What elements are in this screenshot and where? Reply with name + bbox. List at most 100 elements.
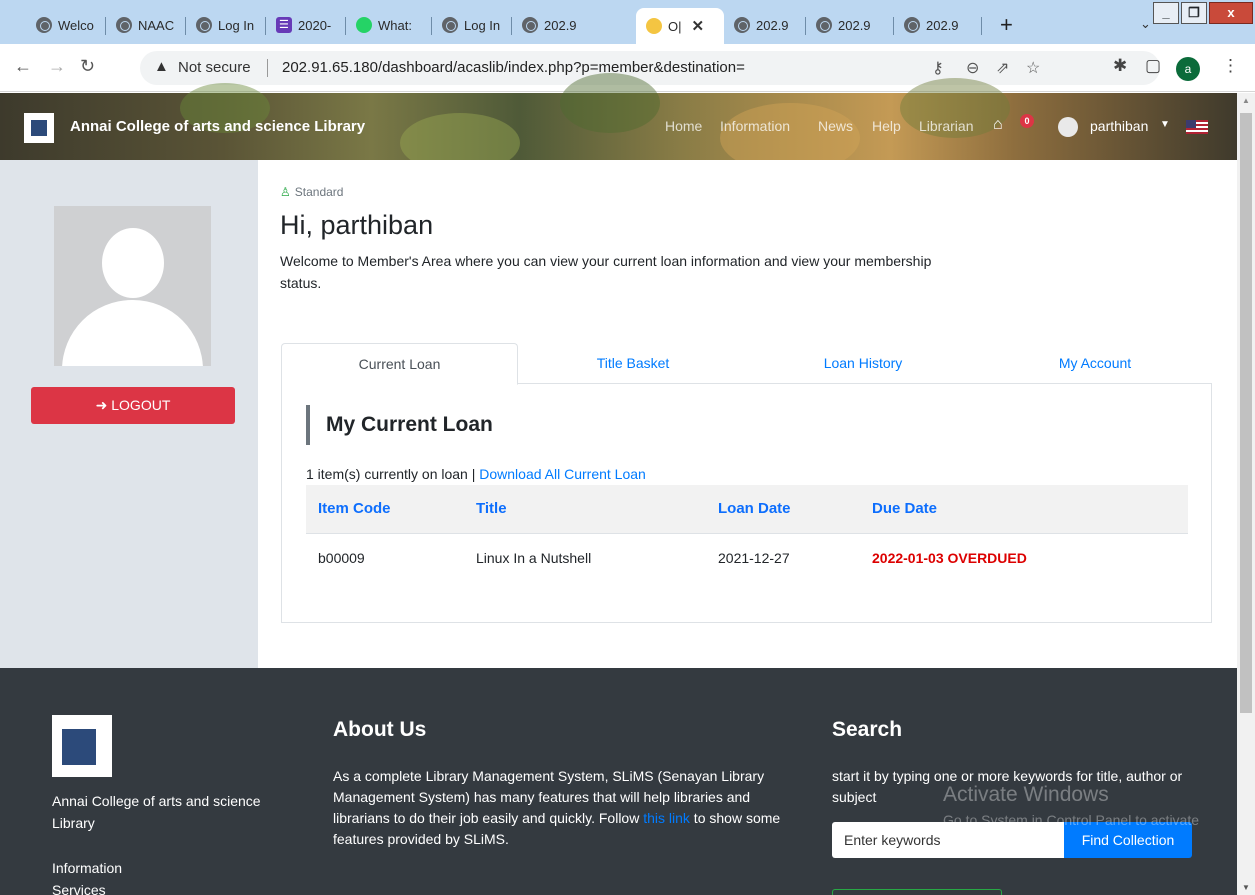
logout-icon: ➜ xyxy=(95,397,112,413)
browser-tab[interactable]: NAAC xyxy=(106,10,186,40)
globe-icon xyxy=(816,17,832,33)
globe-icon xyxy=(442,17,458,33)
page-title: Hi, parthiban xyxy=(280,210,434,240)
browser-tab-label: What: xyxy=(378,17,412,33)
user-avatar-icon[interactable] xyxy=(1058,117,1078,137)
footer-link-information[interactable]: Information xyxy=(52,860,122,876)
window-close-icon[interactable]: x xyxy=(1209,2,1253,24)
logout-label: LOGOUT xyxy=(111,397,171,413)
nav-home[interactable]: Home xyxy=(665,118,702,134)
membership-type: ♙ Standard xyxy=(280,185,344,199)
extensions-icon[interactable]: ✱ xyxy=(1113,56,1127,76)
section-title: My Current Loan xyxy=(306,405,493,445)
emoji-icon xyxy=(646,18,662,34)
browser-tab[interactable]: 2020- xyxy=(266,10,346,40)
tab-current-loan[interactable]: Current Loan xyxy=(281,343,518,385)
caret-down-icon[interactable]: ▼ xyxy=(1160,119,1170,130)
key-icon[interactable]: ⚷ xyxy=(932,58,944,78)
tab-my-account[interactable]: My Account xyxy=(978,343,1212,384)
scrollbar-thumb[interactable] xyxy=(1240,113,1252,713)
maximize-icon[interactable]: ❐ xyxy=(1181,2,1207,24)
site-brand[interactable]: Annai College of arts and science Librar… xyxy=(70,118,365,135)
windows-activation-watermark: Activate Windows xyxy=(943,783,1109,806)
column-header[interactable]: Due Date xyxy=(872,485,1188,533)
current-loan-panel: My Current Loan 1 item(s) currently on l… xyxy=(281,384,1212,623)
back-icon[interactable]: ← xyxy=(14,56,32,77)
browser-tab[interactable]: Welco xyxy=(26,10,106,40)
logout-button[interactable]: ➜ LOGOUT xyxy=(31,387,235,424)
browser-tab[interactable]: 202.9 xyxy=(724,10,806,40)
globe-icon xyxy=(904,17,920,33)
basket-icon[interactable]: ⌂ xyxy=(993,116,1003,134)
browser-tab-label: Log In xyxy=(218,17,255,33)
globe-icon xyxy=(36,17,52,33)
column-header[interactable]: Loan Date xyxy=(718,485,872,533)
loan-date: 2021-12-27 xyxy=(718,532,872,583)
member-photo xyxy=(54,206,211,366)
minimize-icon[interactable]: _ xyxy=(1153,2,1179,24)
url-text[interactable]: 202.91.65.180/dashboard/acaslib/index.ph… xyxy=(282,59,745,76)
new-tab-icon[interactable]: + xyxy=(1000,12,1013,38)
reload-icon[interactable]: ↻ xyxy=(80,56,95,77)
nav-librarian[interactable]: Librarian xyxy=(919,118,973,134)
table-header-row: Item Code Title Loan Date Due Date xyxy=(306,485,1188,533)
welcome-text: Welcome to Member's Area where you can v… xyxy=(280,253,932,291)
not-secure-label[interactable]: Not secure xyxy=(178,59,251,76)
browser-tab[interactable]: 202.9 xyxy=(806,10,894,40)
site-footer: Annai College of arts and science Librar… xyxy=(0,668,1237,895)
user-menu[interactable]: parthiban xyxy=(1090,118,1148,134)
globe-icon xyxy=(116,17,132,33)
side-panel-icon[interactable]: ▢ xyxy=(1145,56,1161,76)
member-area: ♙ Standard Hi, parthiban Welcome to Membe… xyxy=(258,160,1237,668)
nav-help[interactable]: Help xyxy=(872,118,901,134)
browser-tab-strip: Welco NAAC Log In 2020- What: Log In 202… xyxy=(0,0,1255,44)
share-icon[interactable]: ⇗ xyxy=(996,58,1009,78)
footer-logo xyxy=(52,715,112,777)
footer-library-name: Annai College of arts and science Librar… xyxy=(52,793,261,831)
browser-tab[interactable]: 202.9 xyxy=(894,10,982,40)
tab-loan-history[interactable]: Loan History xyxy=(748,343,978,384)
menu-dots-icon[interactable]: ⋮ xyxy=(1222,56,1239,76)
search-heading: Search xyxy=(832,718,903,741)
profile-avatar[interactable]: a xyxy=(1176,57,1200,81)
library-logo[interactable] xyxy=(24,113,54,143)
features-link[interactable]: this link xyxy=(643,810,690,826)
browser-tab-active[interactable]: O| ✕ xyxy=(636,8,724,44)
item-title: Linux In a Nutshell xyxy=(476,532,718,583)
browser-tab-label: NAAC xyxy=(138,17,175,33)
browser-tab[interactable]: What: xyxy=(346,10,432,40)
browser-tab[interactable]: Log In xyxy=(432,10,512,40)
tab-title-basket[interactable]: Title Basket xyxy=(518,343,748,384)
globe-icon xyxy=(734,17,750,33)
download-current-loan-link[interactable]: Download All Current Loan xyxy=(479,466,646,482)
browser-tab-label: 202.9 xyxy=(544,17,577,33)
warning-icon[interactable]: ▲ xyxy=(154,58,169,75)
zoom-icon[interactable]: ⊖ xyxy=(966,58,979,78)
browser-tab[interactable]: 202.9 xyxy=(512,10,632,40)
chevron-down-icon[interactable]: ⌄ xyxy=(1140,16,1151,32)
footer-link-services[interactable]: Services xyxy=(52,882,106,895)
globe-icon xyxy=(522,17,538,33)
nav-news[interactable]: News xyxy=(818,118,853,134)
windows-activation-hint: Go to System in Control Panel to activat… xyxy=(943,812,1200,844)
forward-icon[interactable]: → xyxy=(48,56,66,77)
scroll-down-icon[interactable]: ▼ xyxy=(1242,883,1250,892)
loan-table: Item Code Title Loan Date Due Date b0000… xyxy=(306,485,1188,583)
browser-tab-label: 2020- xyxy=(298,17,332,33)
due-date-overdue: 2022-01-03 OVERDUED xyxy=(872,532,1188,583)
nav-information[interactable]: Information xyxy=(720,118,790,134)
column-header[interactable]: Title xyxy=(476,485,718,533)
column-header[interactable]: Item Code xyxy=(318,485,476,533)
advanced-search-button[interactable] xyxy=(832,889,1002,895)
browser-tab[interactable]: Log In xyxy=(186,10,266,40)
browser-tab-label: 202.9 xyxy=(756,17,789,33)
page-scrollbar[interactable]: ▲ ▼ xyxy=(1237,93,1255,895)
scroll-up-icon[interactable]: ▲ xyxy=(1242,96,1250,105)
globe-icon xyxy=(196,17,212,33)
us-flag-icon[interactable] xyxy=(1186,120,1208,134)
close-tab-icon[interactable]: ✕ xyxy=(692,17,705,35)
url-field[interactable]: ▲ Not secure 202.91.65.180/dashboard/aca… xyxy=(140,51,1160,85)
star-icon[interactable]: ☆ xyxy=(1026,58,1040,78)
basket-count-badge: 0 xyxy=(1020,114,1034,128)
browser-tab-label: Log In xyxy=(464,17,501,33)
